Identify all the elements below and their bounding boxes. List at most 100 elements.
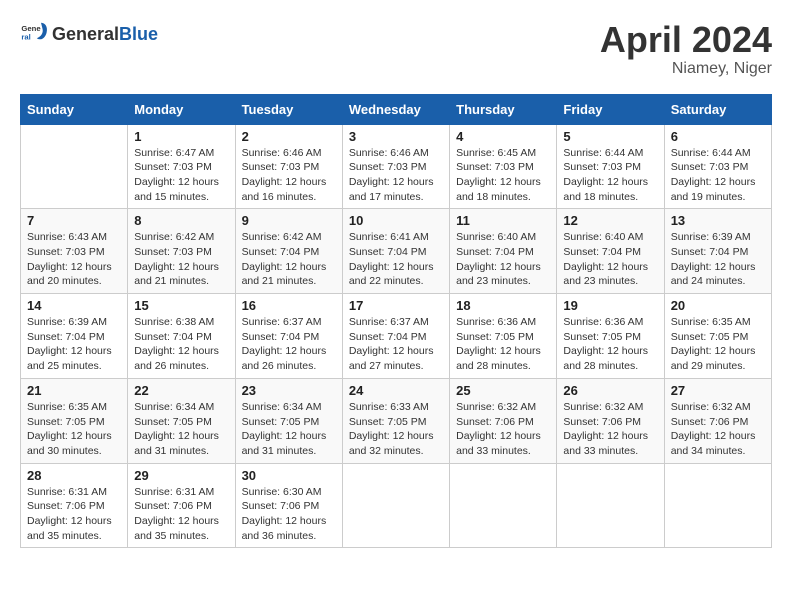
day-info: Sunrise: 6:40 AMSunset: 7:04 PMDaylight:… [563,230,657,289]
calendar-cell: 28 Sunrise: 6:31 AMSunset: 7:06 PMDayligh… [21,463,128,548]
calendar-cell: 23 Sunrise: 6:34 AMSunset: 7:05 PMDayligh… [235,378,342,463]
day-number: 29 [134,468,228,483]
week-row-2: 7 Sunrise: 6:43 AMSunset: 7:03 PMDaylight… [21,209,772,294]
day-info: Sunrise: 6:40 AMSunset: 7:04 PMDaylight:… [456,230,550,289]
day-number: 11 [456,213,550,228]
calendar-cell: 29 Sunrise: 6:31 AMSunset: 7:06 PMDayligh… [128,463,235,548]
day-number: 13 [671,213,765,228]
location-title: Niamey, Niger [600,60,772,78]
month-title: April 2024 [600,20,772,60]
week-row-3: 14 Sunrise: 6:39 AMSunset: 7:04 PMDayligh… [21,294,772,379]
calendar-cell: 18 Sunrise: 6:36 AMSunset: 7:05 PMDayligh… [450,294,557,379]
days-header-row: SundayMondayTuesdayWednesdayThursdayFrid… [21,94,772,124]
calendar-cell: 4Sunrise: 6:45 AMSunset: 7:03 PMDaylight… [450,124,557,209]
day-info: Sunrise: 6:39 AMSunset: 7:04 PMDaylight:… [671,230,765,289]
day-number: 18 [456,298,550,313]
day-header-wednesday: Wednesday [342,94,449,124]
calendar-cell [557,463,664,548]
logo-icon: Gene ral [20,20,48,48]
day-info: Sunrise: 6:45 AMSunset: 7:03 PMDaylight:… [456,146,550,205]
calendar-cell [664,463,771,548]
day-number: 27 [671,383,765,398]
logo-general: General [52,24,119,44]
calendar-cell: 16 Sunrise: 6:37 AMSunset: 7:04 PMDayligh… [235,294,342,379]
calendar-cell: 10 Sunrise: 6:41 AMSunset: 7:04 PMDayligh… [342,209,449,294]
calendar-cell [342,463,449,548]
day-number: 17 [349,298,443,313]
page-header: Gene ral GeneralBlue April 2024 Niamey, … [20,20,772,78]
calendar-cell: 15 Sunrise: 6:38 AMSunset: 7:04 PMDayligh… [128,294,235,379]
day-number: 26 [563,383,657,398]
day-number: 20 [671,298,765,313]
calendar-table: SundayMondayTuesdayWednesdayThursdayFrid… [20,94,772,549]
day-info: Sunrise: 6:42 AMSunset: 7:04 PMDaylight:… [242,230,336,289]
calendar-cell: 6 Sunrise: 6:44 AMSunset: 7:03 PMDaylight… [664,124,771,209]
day-info: Sunrise: 6:37 AMSunset: 7:04 PMDaylight:… [349,315,443,374]
day-header-saturday: Saturday [664,94,771,124]
day-header-thursday: Thursday [450,94,557,124]
calendar-cell: 2Sunrise: 6:46 AMSunset: 7:03 PMDaylight… [235,124,342,209]
calendar-cell: 17 Sunrise: 6:37 AMSunset: 7:04 PMDayligh… [342,294,449,379]
day-number: 19 [563,298,657,313]
day-info: Sunrise: 6:44 AMSunset: 7:03 PMDaylight:… [671,146,765,205]
day-info: Sunrise: 6:32 AMSunset: 7:06 PMDaylight:… [671,400,765,459]
calendar-cell: 11 Sunrise: 6:40 AMSunset: 7:04 PMDayligh… [450,209,557,294]
calendar-cell: 30 Sunrise: 6:30 AMSunset: 7:06 PMDayligh… [235,463,342,548]
day-number: 28 [27,468,121,483]
day-number: 14 [27,298,121,313]
logo-blue: Blue [119,24,158,44]
calendar-cell: 20Sunrise: 6:35 AMSunset: 7:05 PMDayligh… [664,294,771,379]
logo-text: GeneralBlue [52,24,158,45]
day-number: 6 [671,129,765,144]
title-block: April 2024 Niamey, Niger [600,20,772,78]
calendar-cell: 26 Sunrise: 6:32 AMSunset: 7:06 PMDayligh… [557,378,664,463]
day-number: 3 [349,129,443,144]
week-row-5: 28 Sunrise: 6:31 AMSunset: 7:06 PMDayligh… [21,463,772,548]
day-number: 9 [242,213,336,228]
day-info: Sunrise: 6:31 AMSunset: 7:06 PMDaylight:… [134,485,228,544]
day-info: Sunrise: 6:42 AMSunset: 7:03 PMDaylight:… [134,230,228,289]
day-info: Sunrise: 6:47 AMSunset: 7:03 PMDaylight:… [134,146,228,205]
calendar-cell: 5Sunrise: 6:44 AMSunset: 7:03 PMDaylight… [557,124,664,209]
day-number: 1 [134,129,228,144]
day-info: Sunrise: 6:30 AMSunset: 7:06 PMDaylight:… [242,485,336,544]
calendar-cell: 14 Sunrise: 6:39 AMSunset: 7:04 PMDayligh… [21,294,128,379]
day-number: 7 [27,213,121,228]
calendar-cell: 12 Sunrise: 6:40 AMSunset: 7:04 PMDayligh… [557,209,664,294]
day-info: Sunrise: 6:34 AMSunset: 7:05 PMDaylight:… [242,400,336,459]
day-header-sunday: Sunday [21,94,128,124]
calendar-cell: 24Sunrise: 6:33 AMSunset: 7:05 PMDayligh… [342,378,449,463]
calendar-cell: 19 Sunrise: 6:36 AMSunset: 7:05 PMDayligh… [557,294,664,379]
calendar-cell [450,463,557,548]
day-number: 23 [242,383,336,398]
day-info: Sunrise: 6:41 AMSunset: 7:04 PMDaylight:… [349,230,443,289]
day-info: Sunrise: 6:43 AMSunset: 7:03 PMDaylight:… [27,230,121,289]
svg-text:Gene: Gene [21,24,41,33]
calendar-cell: 21Sunrise: 6:35 AMSunset: 7:05 PMDayligh… [21,378,128,463]
day-info: Sunrise: 6:39 AMSunset: 7:04 PMDaylight:… [27,315,121,374]
day-number: 15 [134,298,228,313]
day-info: Sunrise: 6:38 AMSunset: 7:04 PMDaylight:… [134,315,228,374]
day-info: Sunrise: 6:32 AMSunset: 7:06 PMDaylight:… [563,400,657,459]
calendar-cell: 22Sunrise: 6:34 AMSunset: 7:05 PMDayligh… [128,378,235,463]
day-info: Sunrise: 6:34 AMSunset: 7:05 PMDaylight:… [134,400,228,459]
calendar-cell: 1 Sunrise: 6:47 AMSunset: 7:03 PMDaylight… [128,124,235,209]
week-row-1: 1 Sunrise: 6:47 AMSunset: 7:03 PMDaylight… [21,124,772,209]
day-info: Sunrise: 6:37 AMSunset: 7:04 PMDaylight:… [242,315,336,374]
calendar-cell: 9 Sunrise: 6:42 AMSunset: 7:04 PMDaylight… [235,209,342,294]
day-number: 30 [242,468,336,483]
day-header-tuesday: Tuesday [235,94,342,124]
day-number: 25 [456,383,550,398]
day-info: Sunrise: 6:36 AMSunset: 7:05 PMDaylight:… [563,315,657,374]
calendar-cell: 7 Sunrise: 6:43 AMSunset: 7:03 PMDaylight… [21,209,128,294]
logo: Gene ral GeneralBlue [20,20,158,48]
week-row-4: 21Sunrise: 6:35 AMSunset: 7:05 PMDayligh… [21,378,772,463]
calendar-cell: 27 Sunrise: 6:32 AMSunset: 7:06 PMDayligh… [664,378,771,463]
day-info: Sunrise: 6:36 AMSunset: 7:05 PMDaylight:… [456,315,550,374]
day-number: 16 [242,298,336,313]
day-number: 12 [563,213,657,228]
day-number: 24 [349,383,443,398]
day-info: Sunrise: 6:31 AMSunset: 7:06 PMDaylight:… [27,485,121,544]
day-number: 10 [349,213,443,228]
day-number: 2 [242,129,336,144]
